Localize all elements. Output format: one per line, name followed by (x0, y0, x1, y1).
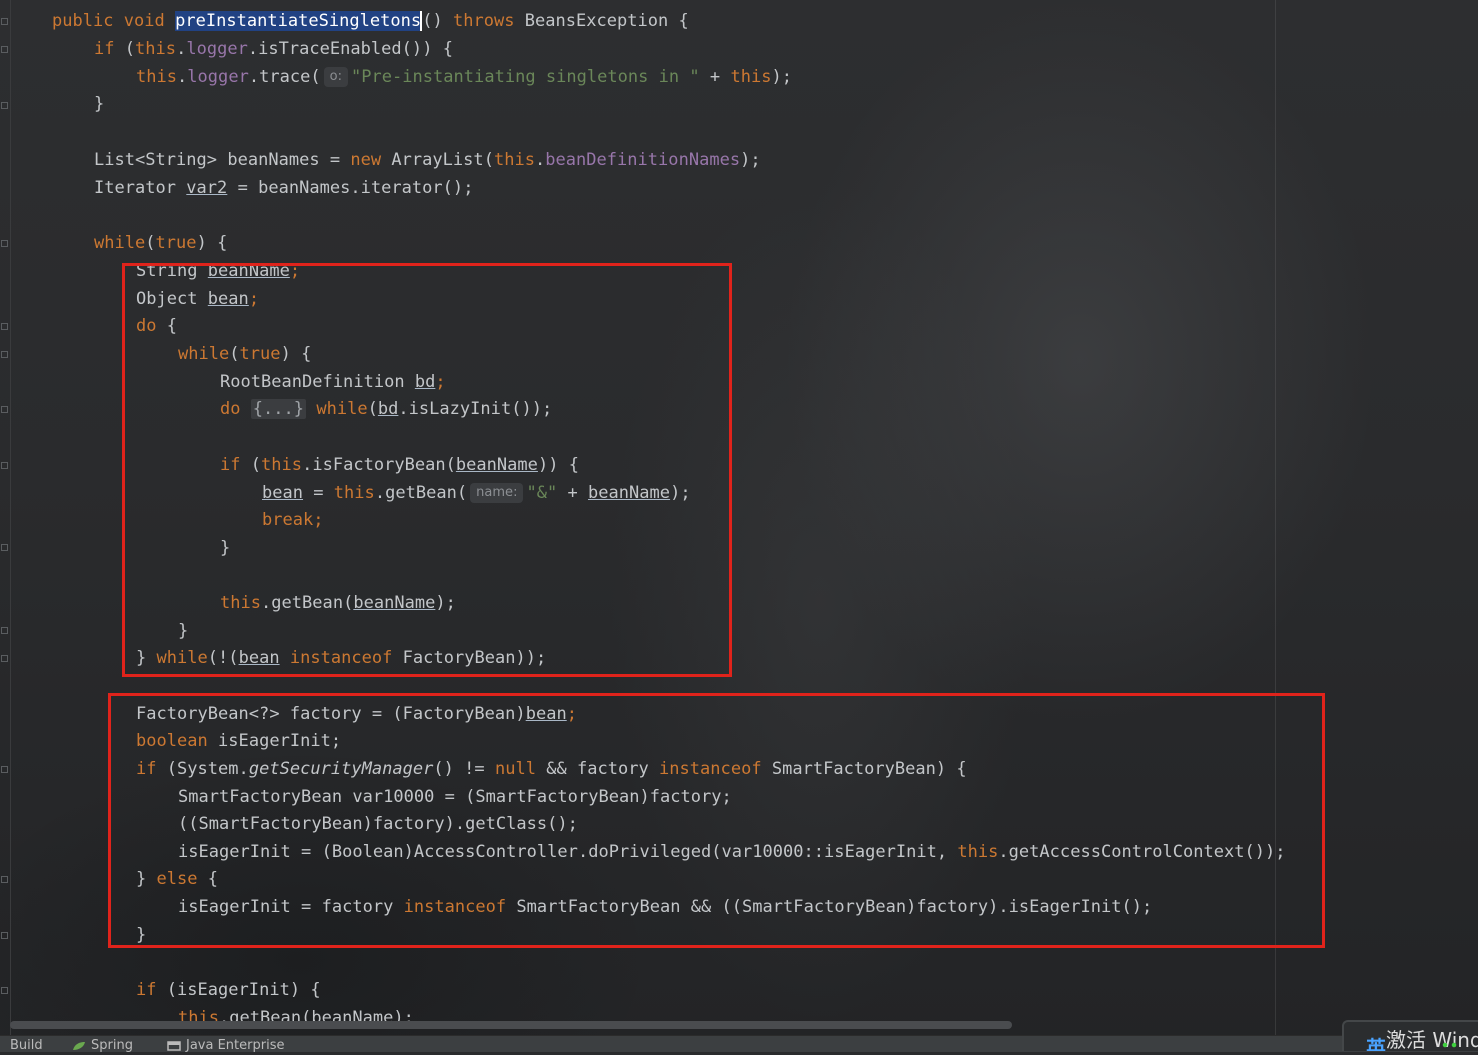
code-line-method-signature[interactable]: public void preInstantiateSingletons() t… (52, 8, 689, 35)
fold-marker[interactable] (1, 544, 8, 551)
ime-indicator[interactable]: 英 (1366, 1032, 1386, 1051)
fold-marker[interactable] (1, 876, 8, 883)
selected-method-name[interactable]: preInstantiateSingletons (175, 11, 422, 31)
fold-marker[interactable] (1, 102, 8, 109)
code-line[interactable]: List<String> beanNames = new ArrayList(t… (94, 147, 761, 174)
fold-marker[interactable] (1, 46, 8, 53)
status-dots-icon (1442, 1042, 1460, 1048)
code-line[interactable]: if (this.logger.isTraceEnabled()) { (94, 36, 453, 63)
horizontal-scrollbar[interactable] (10, 1021, 1012, 1029)
spring-leaf-icon (72, 1041, 86, 1051)
fold-marker[interactable] (1, 406, 8, 413)
java-enterprise-icon (167, 1040, 181, 1051)
code-line[interactable]: this.logger.trace(o: "Pre-instantiating s… (136, 64, 792, 91)
windows-activation-watermark: 英 激活 Wind (1342, 1020, 1478, 1051)
fold-marker[interactable] (1, 655, 8, 662)
fold-marker[interactable] (1, 987, 8, 994)
fold-marker[interactable] (1, 462, 8, 469)
fold-marker[interactable] (1, 240, 8, 247)
keyword: public void (52, 11, 176, 31)
annotation-box-factory-bean-check (108, 693, 1325, 948)
fold-marker[interactable] (1, 18, 8, 25)
editor-gutter[interactable] (0, 0, 11, 1035)
fold-marker[interactable] (1, 323, 8, 330)
annotation-box-do-while-loop (122, 263, 732, 677)
parameter-hint: o: (323, 67, 348, 87)
fold-marker[interactable] (1, 932, 8, 939)
tool-window-bar: Build Spring Java Enterprise (0, 1035, 1478, 1053)
fold-marker[interactable] (1, 627, 8, 634)
code-line[interactable]: if (isEagerInit) { (136, 977, 321, 1004)
activation-text: 激活 Wind (1386, 1028, 1478, 1051)
code-line[interactable]: while(true) { (94, 230, 227, 257)
code-line[interactable]: Iterator var2 = beanNames.iterator(); (94, 175, 473, 202)
code-line[interactable]: } (94, 91, 104, 118)
fold-marker[interactable] (1, 351, 8, 358)
fold-marker[interactable] (1, 766, 8, 773)
